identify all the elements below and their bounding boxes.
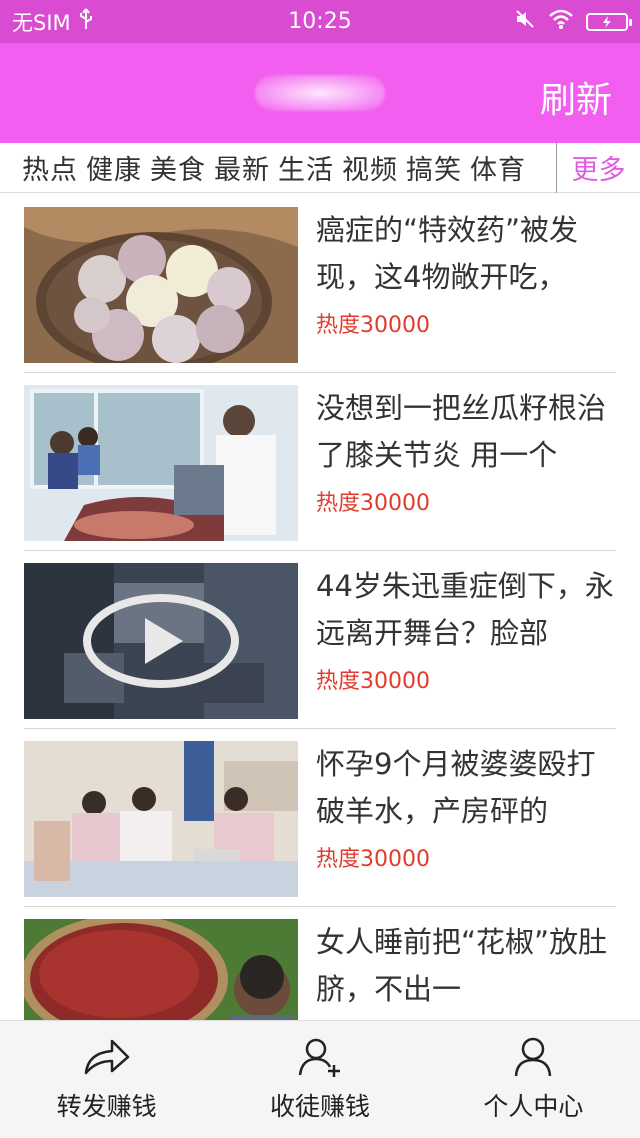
news-title[interactable]: 癌症的“特效药”被发现，这4物敞开吃， (316, 207, 616, 301)
app-logo (255, 75, 385, 111)
news-heat: 热度30000 (316, 313, 430, 338)
more-categories-button[interactable]: 更多 (556, 142, 640, 193)
news-title[interactable]: 没想到一把丝瓜籽根治了膝关节炎 用一个 (316, 385, 616, 479)
app-screen: 无SIM 10:25 刷新 热点 健康 美食 最新 生活 视频 搞笑 体育 更多… (0, 0, 640, 1138)
news-item[interactable]: 癌症的“特效药”被发现，这4物敞开吃， 热度30000 (24, 195, 616, 373)
wifi-icon (548, 8, 574, 35)
status-right (428, 8, 632, 35)
news-thumbnail[interactable] (24, 207, 298, 363)
category-bar: 热点 健康 美食 最新 生活 视频 搞笑 体育 更多 (0, 142, 640, 193)
news-heat: 热度30000 (316, 491, 430, 516)
status-left: 无SIM (12, 7, 212, 37)
category-list: 热点 健康 美食 最新 生活 视频 搞笑 体育 (0, 148, 556, 187)
news-list: 癌症的“特效药”被发现，这4物敞开吃， 热度30000 没想到一把丝瓜籽根治了膝… (0, 195, 640, 1085)
category-tab-food[interactable]: 美食 (150, 148, 206, 187)
status-time: 10:25 (288, 9, 352, 34)
news-title[interactable]: 怀孕9个月被婆婆殴打破羊水，产房砰的 (316, 741, 616, 835)
nav-profile-label: 个人中心 (483, 1091, 584, 1121)
news-item[interactable]: 没想到一把丝瓜籽根治了膝关节炎 用一个 热度30000 (24, 373, 616, 551)
refresh-button[interactable]: 刷新 (540, 71, 612, 123)
play-icon[interactable] (83, 594, 239, 688)
nav-share-earn-label: 转发赚钱 (56, 1091, 157, 1121)
news-thumbnail[interactable] (24, 563, 298, 719)
category-tab-health[interactable]: 健康 (86, 148, 142, 187)
nav-share-earn[interactable]: 转发赚钱 (0, 1021, 213, 1138)
news-item[interactable]: 44岁朱迅重症倒下，永远离开舞台？脸部 热度30000 (24, 551, 616, 729)
news-title[interactable]: 女人睡前把“花椒”放肚脐，不出一 (316, 919, 616, 1013)
news-heat: 热度30000 (316, 669, 430, 694)
news-thumbnail[interactable] (24, 741, 298, 897)
add-user-icon (298, 1037, 342, 1081)
news-title[interactable]: 44岁朱迅重症倒下，永远离开舞台？脸部 (316, 563, 616, 657)
user-icon (513, 1037, 553, 1081)
bottom-nav: 转发赚钱 收徒赚钱 个人中心 (0, 1020, 640, 1138)
nav-profile[interactable]: 个人中心 (427, 1021, 640, 1138)
category-tab-life[interactable]: 生活 (278, 148, 334, 187)
category-tab-sports[interactable]: 体育 (470, 148, 526, 187)
title-bar: 刷新 (0, 43, 640, 143)
share-icon (82, 1037, 132, 1081)
category-tab-funny[interactable]: 搞笑 (406, 148, 462, 187)
nav-recruit-earn-label: 收徒赚钱 (269, 1091, 370, 1121)
category-tab-latest[interactable]: 最新 (214, 148, 270, 187)
status-bar: 无SIM 10:25 (0, 0, 640, 43)
mute-icon (514, 8, 536, 35)
battery-icon (586, 12, 632, 31)
carrier-label: 无SIM (12, 10, 71, 35)
nav-recruit-earn[interactable]: 收徒赚钱 (213, 1021, 426, 1138)
news-item[interactable]: 怀孕9个月被婆婆殴打破羊水，产房砰的 热度30000 (24, 729, 616, 907)
category-tab-hot[interactable]: 热点 (22, 148, 78, 187)
news-heat: 热度30000 (316, 847, 430, 872)
category-tab-video[interactable]: 视频 (342, 148, 398, 187)
usb-icon (79, 8, 93, 35)
news-thumbnail[interactable] (24, 385, 298, 541)
